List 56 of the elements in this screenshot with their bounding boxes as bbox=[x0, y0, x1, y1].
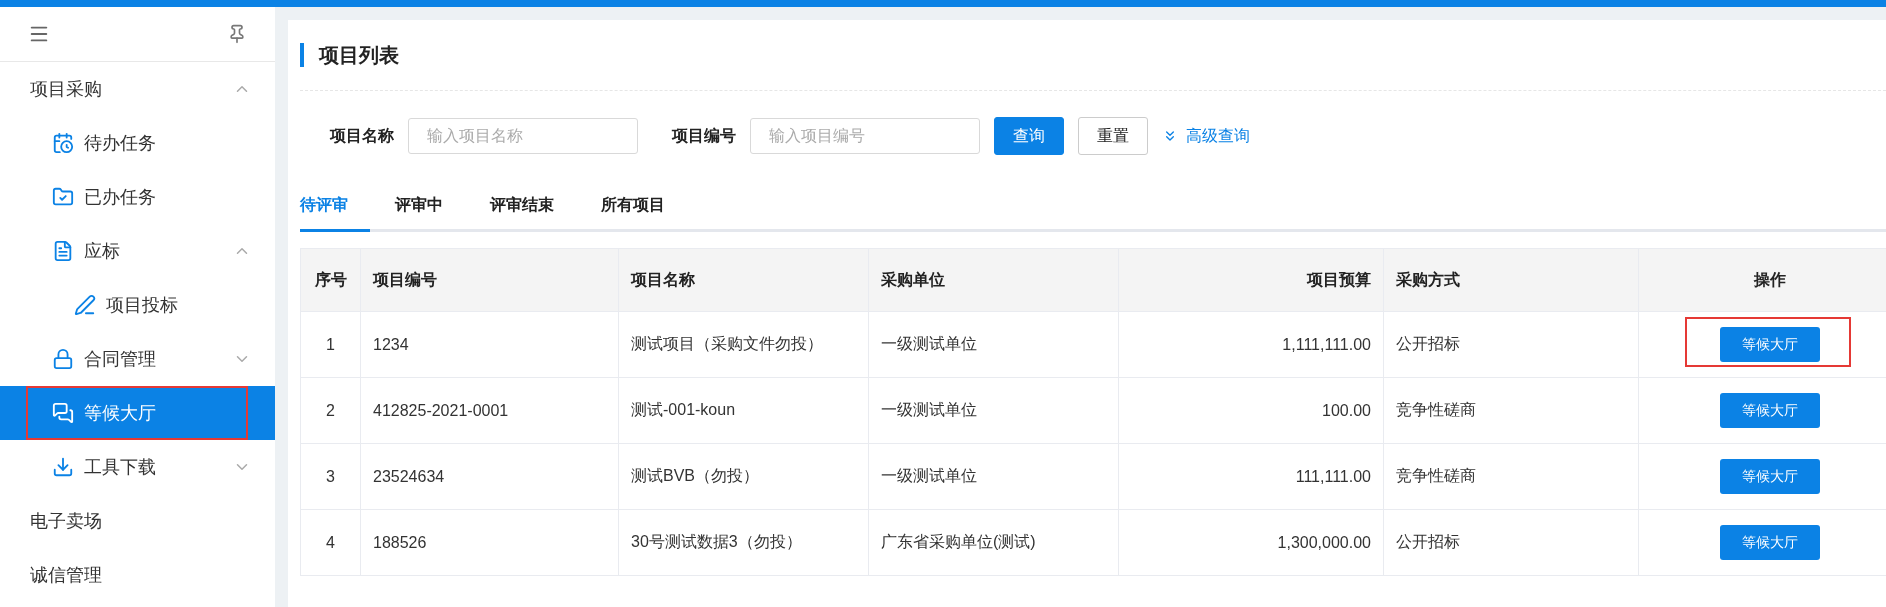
table-cell: 1,300,000.00 bbox=[1118, 509, 1384, 576]
column-header: 项目编号 bbox=[360, 248, 619, 312]
table-cell: 一级测试单位 bbox=[868, 311, 1119, 378]
tab[interactable]: 评审结束 bbox=[490, 181, 576, 232]
waiting-hall-button[interactable]: 等候大厅 bbox=[1719, 525, 1820, 560]
page-title: 项目列表 bbox=[300, 43, 399, 67]
table-cell: 公开招标 bbox=[1383, 311, 1639, 378]
table-cell: 23524634 bbox=[360, 443, 619, 510]
column-header: 操作 bbox=[1638, 248, 1886, 312]
table-cell: 111,111.00 bbox=[1118, 443, 1384, 510]
menu-item-icon bbox=[52, 186, 74, 208]
filter-label: 项目名称 bbox=[330, 125, 394, 146]
table-cell: 2 bbox=[300, 377, 361, 444]
sidebar-item[interactable]: 等候大厅 bbox=[0, 386, 275, 440]
search-button[interactable]: 查询 bbox=[994, 117, 1064, 155]
column-header: 采购单位 bbox=[868, 248, 1119, 312]
table-cell: 竞争性磋商 bbox=[1383, 377, 1639, 444]
table-cell: 4 bbox=[300, 509, 361, 576]
menu-item-icon bbox=[52, 240, 74, 262]
waiting-hall-button[interactable]: 等候大厅 bbox=[1719, 327, 1820, 362]
table-cell: 一级测试单位 bbox=[868, 377, 1119, 444]
input-field[interactable]: 输入项目名称 bbox=[408, 118, 638, 154]
pin-icon[interactable] bbox=[227, 24, 247, 44]
waiting-hall-button[interactable]: 等候大厅 bbox=[1719, 459, 1820, 494]
column-header: 项目名称 bbox=[618, 248, 869, 312]
tab[interactable]: 所有项目 bbox=[601, 181, 687, 232]
table-cell: 1 bbox=[300, 311, 361, 378]
table-cell: 测试BVB（勿投） bbox=[618, 443, 869, 510]
table-cell: 1234 bbox=[360, 311, 619, 378]
table-cell: 1,111,111.00 bbox=[1118, 311, 1384, 378]
menu-item-icon bbox=[52, 402, 74, 424]
tab[interactable]: 待评审 bbox=[300, 181, 370, 232]
menu-item-icon bbox=[52, 456, 74, 478]
table-cell: 一级测试单位 bbox=[868, 443, 1119, 510]
column-header: 项目预算 bbox=[1118, 248, 1384, 312]
menu-item-icon bbox=[52, 348, 74, 370]
column-header: 采购方式 bbox=[1383, 248, 1639, 312]
waiting-hall-button[interactable]: 等候大厅 bbox=[1719, 393, 1820, 428]
table-cell: 3 bbox=[300, 443, 361, 510]
menu-item-icon bbox=[52, 132, 74, 154]
table-cell: 测试项目（采购文件勿投） bbox=[618, 311, 869, 378]
advanced-search-link[interactable]: 高级查询 bbox=[1162, 125, 1250, 147]
column-header: 序号 bbox=[300, 248, 361, 312]
table-cell: 100.00 bbox=[1118, 377, 1384, 444]
table-cell: 188526 bbox=[360, 509, 619, 576]
table-cell: 广东省采购单位(测试) bbox=[868, 509, 1119, 576]
tab[interactable]: 评审中 bbox=[395, 181, 465, 232]
filter-label: 项目编号 bbox=[672, 125, 736, 146]
table-cell: 测试-001-koun bbox=[618, 377, 869, 444]
table-cell: 公开招标 bbox=[1383, 509, 1639, 576]
menu-item-icon bbox=[74, 294, 96, 316]
input-field[interactable]: 输入项目编号 bbox=[750, 118, 980, 154]
reset-button[interactable]: 重置 bbox=[1078, 117, 1148, 155]
table-cell: 竞争性磋商 bbox=[1383, 443, 1639, 510]
table-cell: 412825-2021-0001 bbox=[360, 377, 619, 444]
table-cell: 30号测试数据3（勿投） bbox=[618, 509, 869, 576]
